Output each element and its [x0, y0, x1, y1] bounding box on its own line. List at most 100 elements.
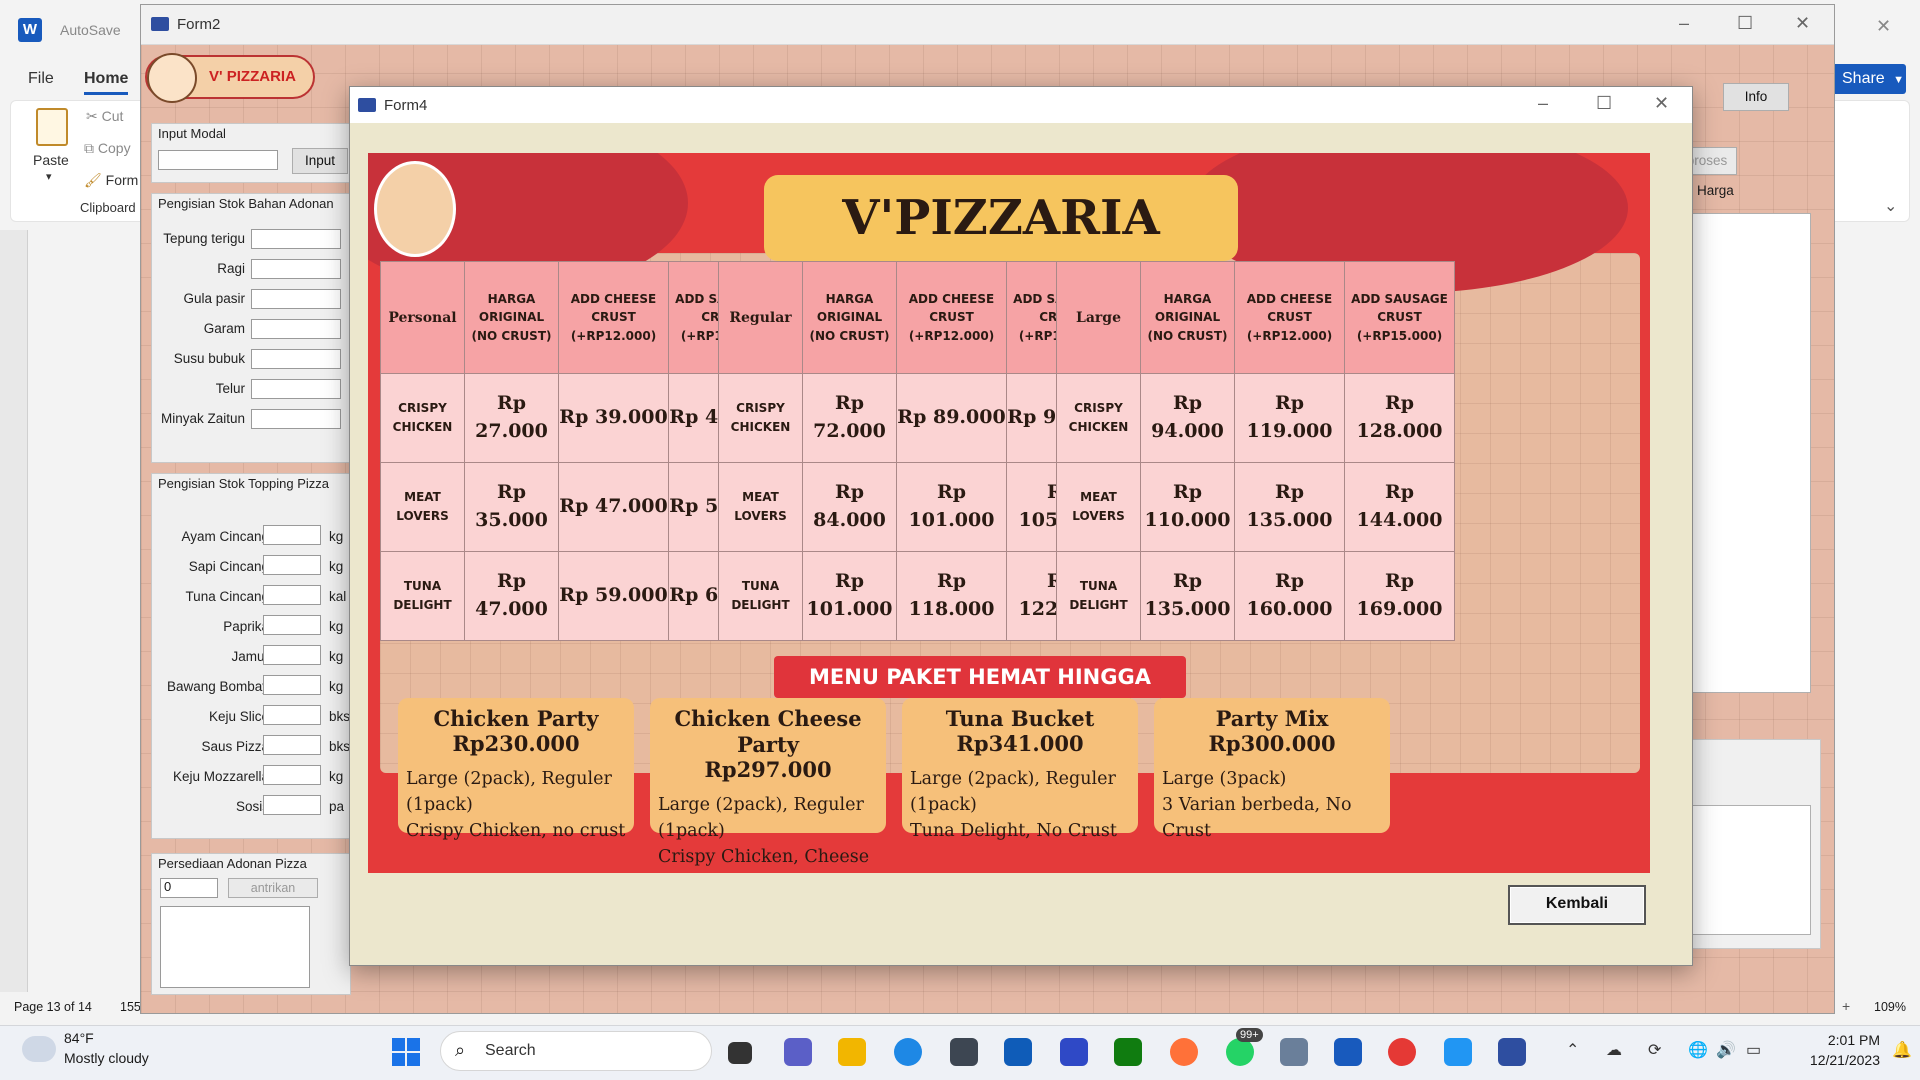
status-words[interactable]: 155 — [120, 1000, 141, 1014]
tray-chevron-icon[interactable]: ⌃ — [1566, 1040, 1579, 1060]
cut-button[interactable]: ✂ Cut — [86, 108, 123, 125]
adonan-input[interactable] — [251, 409, 341, 429]
format-painter-button[interactable]: 🖌 Form — [84, 172, 138, 189]
topping-label: Keju Slice — [208, 709, 269, 724]
notification-bell-icon[interactable]: 🔔 — [1892, 1040, 1912, 1060]
package-price: Rp297.000 — [704, 757, 832, 782]
kembali-button[interactable]: Kembali — [1508, 885, 1646, 925]
form4-window: Form4 – ☐ ✕ V'PIZZARIA MENU PersonalHARG… — [349, 86, 1693, 966]
globe-icon[interactable]: 🌐 — [1688, 1040, 1708, 1060]
antrikan-button[interactable]: antrikan — [228, 878, 318, 898]
weather-desc[interactable]: Mostly cloudy — [64, 1050, 149, 1066]
close-icon[interactable]: ✕ — [1795, 13, 1810, 34]
form-app-icon[interactable] — [1498, 1038, 1526, 1066]
adonan-label: Minyak Zaitun — [160, 411, 245, 426]
onedrive-icon[interactable]: ☁ — [1606, 1040, 1622, 1060]
clock-time[interactable]: 2:01 PM — [1816, 1032, 1880, 1048]
cut-label: Cut — [101, 108, 124, 124]
persediaan-input[interactable]: 0 — [160, 878, 218, 898]
input-modal-title: Input Modal — [156, 126, 228, 141]
input-button[interactable]: Input — [292, 148, 348, 174]
modal-input[interactable] — [158, 150, 278, 170]
maximize-icon[interactable]: ☐ — [1596, 93, 1612, 114]
adonan-label: Tepung terigu — [163, 231, 245, 246]
price-cell: Rp 47.000 — [558, 462, 669, 552]
size-header: Large — [1056, 261, 1141, 374]
word-taskbar-icon[interactable] — [1334, 1038, 1362, 1066]
form2-title: Form2 — [177, 16, 221, 33]
firefox-icon[interactable] — [1170, 1038, 1198, 1066]
share-button[interactable]: Share ▼ — [1832, 64, 1906, 94]
persediaan-listbox[interactable] — [160, 906, 310, 988]
whatsapp-badge: 99+ — [1236, 1028, 1263, 1042]
close-icon[interactable]: ✕ — [1654, 93, 1669, 114]
task-view-icon[interactable] — [728, 1042, 752, 1064]
start-icon[interactable] — [392, 1038, 420, 1066]
topping-input[interactable] — [263, 765, 321, 785]
cloud-icon[interactable] — [22, 1036, 56, 1062]
store-icon[interactable] — [1004, 1038, 1032, 1066]
harga-listbox[interactable] — [1681, 213, 1811, 693]
xbox-icon[interactable] — [1114, 1038, 1142, 1066]
topping-input[interactable] — [263, 585, 321, 605]
word-logo-icon: W — [18, 18, 42, 42]
topping-input[interactable] — [263, 645, 321, 665]
adonan-input[interactable] — [251, 319, 341, 339]
teams-icon[interactable] — [784, 1038, 812, 1066]
file-explorer-icon[interactable] — [838, 1038, 866, 1066]
status-page[interactable]: Page 13 of 14 — [14, 1000, 92, 1014]
autosave-label[interactable]: AutoSave — [60, 22, 121, 38]
price-cell: Rp 135.000 — [1140, 551, 1235, 641]
adonan-input[interactable] — [251, 259, 341, 279]
topping-input[interactable] — [263, 705, 321, 725]
promo-banner: MENU PAKET HEMAT HINGGA 30RIBUAN — [774, 656, 1186, 731]
word-close-icon[interactable]: ✕ — [1876, 16, 1891, 37]
app-cube-icon[interactable] — [950, 1038, 978, 1066]
clock-date[interactable]: 12/21/2023 — [1788, 1052, 1880, 1068]
minimize-icon[interactable]: – — [1679, 13, 1689, 34]
visual-studio-icon[interactable] — [1060, 1038, 1088, 1066]
topping-unit: kg — [329, 769, 344, 784]
input-modal-group: Input Modal Input — [151, 123, 351, 183]
paste-chevron-icon[interactable]: ▾ — [46, 170, 52, 183]
paste-icon[interactable] — [36, 108, 68, 146]
copy-button[interactable]: ⧉ Copy — [84, 140, 131, 157]
battery-icon[interactable]: ▭ — [1746, 1040, 1761, 1060]
whatsapp-icon[interactable] — [1226, 1038, 1254, 1066]
topping-input[interactable] — [263, 615, 321, 635]
snipping-tool-icon[interactable] — [1280, 1038, 1308, 1066]
price-cell: Rp 39.000 — [558, 373, 669, 463]
minimize-icon[interactable]: – — [1538, 93, 1548, 114]
volume-icon[interactable]: 🔊 — [1716, 1040, 1736, 1060]
paste-label[interactable]: Paste — [33, 152, 69, 168]
maximize-icon[interactable]: ☐ — [1737, 13, 1753, 34]
menu-home[interactable]: Home — [84, 70, 129, 95]
scissors-icon: ✂ — [86, 108, 102, 124]
menu-item-name: CRISPY CHICKEN — [718, 373, 803, 463]
right-lower-box[interactable] — [1691, 805, 1811, 935]
topping-input[interactable] — [263, 795, 321, 815]
weather-temp[interactable]: 84°F — [64, 1030, 94, 1046]
price-cell: Rp 110.000 — [1140, 462, 1235, 552]
adonan-input[interactable] — [251, 349, 341, 369]
search-box[interactable]: ⌕ Search — [440, 1031, 712, 1071]
menu-file[interactable]: File — [28, 70, 54, 88]
info-button[interactable]: Info — [1723, 83, 1789, 111]
package-price: Rp230.000 — [452, 731, 580, 756]
topping-input[interactable] — [263, 555, 321, 575]
photos-icon[interactable] — [1444, 1038, 1472, 1066]
zoom-plus-icon[interactable]: + — [1842, 998, 1850, 1014]
adonan-input[interactable] — [251, 229, 341, 249]
chrome-icon[interactable] — [1388, 1038, 1416, 1066]
sync-icon[interactable]: ⟳ — [1648, 1040, 1661, 1060]
topping-label: Sapi Cincang — [188, 559, 269, 574]
adonan-input[interactable] — [251, 379, 341, 399]
topping-input[interactable] — [263, 675, 321, 695]
topping-input[interactable] — [263, 735, 321, 755]
adonan-input[interactable] — [251, 289, 341, 309]
edge-icon[interactable] — [894, 1038, 922, 1066]
zoom-level[interactable]: 109% — [1874, 1000, 1906, 1014]
ribbon-expand-icon[interactable]: ⌄ — [1884, 196, 1897, 216]
topping-input[interactable] — [263, 525, 321, 545]
package-card: Tuna Bucket Rp341.000 Large (2pack), Regul… — [902, 698, 1138, 841]
